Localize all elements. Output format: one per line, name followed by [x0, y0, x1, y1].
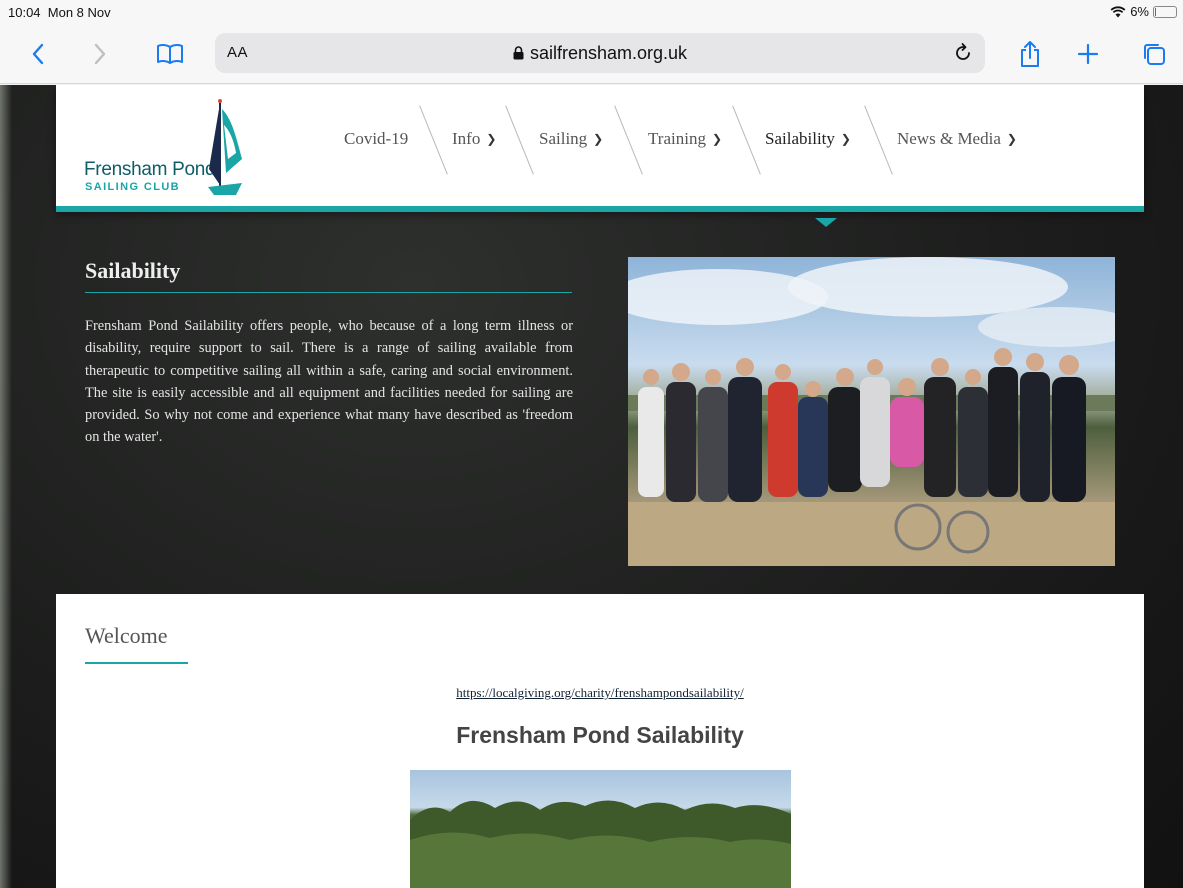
sailability-group-photo: [628, 257, 1115, 566]
site-logo[interactable]: Frensham Pond SAILING CLUB: [84, 99, 264, 199]
tabs-button[interactable]: [1136, 36, 1172, 72]
hero-title: Sailability: [85, 258, 181, 283]
url-display[interactable]: sailfrensham.org.uk: [215, 43, 985, 64]
site-header: Frensham Pond SAILING CLUB Covid-19 Info…: [56, 85, 1144, 212]
active-nav-pointer: [815, 218, 837, 227]
address-bar[interactable]: AA sailfrensham.org.uk: [215, 33, 985, 73]
content-panel: Welcome https://localgiving.org/charity/…: [56, 594, 1144, 888]
nav-training[interactable]: Training ❯: [648, 129, 722, 149]
chevron-down-icon: ❯: [711, 132, 723, 146]
forward-button[interactable]: [82, 36, 118, 72]
bookmarks-button[interactable]: [152, 36, 188, 72]
battery-icon: [1153, 5, 1177, 18]
lock-icon: [513, 46, 524, 60]
nav-sailing[interactable]: Sailing ❯: [539, 129, 603, 149]
nav-sailability[interactable]: Sailability ❯: [765, 129, 851, 149]
logo-sub: SAILING CLUB: [85, 181, 181, 193]
web-page: Frensham Pond SAILING CLUB Covid-19 Info…: [0, 85, 1183, 888]
pond-photo-illustration: [410, 800, 791, 888]
page-edge: [0, 85, 12, 888]
chevron-down-icon: ❯: [486, 132, 497, 146]
nav-separator: [864, 105, 893, 175]
share-button[interactable]: [1012, 36, 1048, 72]
battery-percent: 6%: [1130, 4, 1149, 19]
sailability-subheading: Frensham Pond Sailability: [456, 722, 744, 748]
chevron-down-icon: ❯: [593, 132, 604, 146]
chevron-right-icon: [94, 43, 106, 65]
nav-news-media[interactable]: News & Media ❯: [897, 129, 1017, 149]
chevron-down-icon: ❯: [840, 132, 851, 146]
status-time: 10:04 Mon 8 Nov: [8, 5, 111, 20]
welcome-divider: [85, 662, 188, 664]
pond-photo: [410, 770, 791, 888]
chevron-down-icon: ❯: [1006, 132, 1017, 146]
status-bar: 10:04 Mon 8 Nov 6%: [0, 0, 1183, 24]
reload-icon[interactable]: [951, 41, 975, 65]
nav-separator: [505, 105, 534, 175]
nav-separator: [614, 105, 643, 175]
nav-separator: [419, 105, 448, 175]
plus-icon: [1077, 43, 1099, 65]
chevron-left-icon: [32, 43, 44, 65]
hero-text: Frensham Pond Sailability offers people,…: [85, 318, 573, 446]
tabs-icon: [1144, 44, 1165, 65]
welcome-heading: Welcome: [85, 623, 168, 648]
share-icon: [1021, 41, 1039, 67]
nav-separator: [732, 105, 761, 175]
new-tab-button[interactable]: [1070, 36, 1106, 72]
group-photo-illustration: [628, 257, 1115, 566]
hero-divider: [85, 292, 572, 293]
wifi-icon: [1110, 5, 1126, 17]
status-right: 6%: [1110, 4, 1177, 19]
logo-name: Frensham Pond: [84, 159, 216, 180]
sail-logo-icon: [208, 99, 242, 195]
nav-info[interactable]: Info ❯: [452, 129, 496, 149]
nav-covid-19[interactable]: Covid-19: [344, 129, 408, 149]
localgiving-link[interactable]: https://localgiving.org/charity/frensham…: [56, 685, 1144, 701]
back-button[interactable]: [20, 36, 56, 72]
book-icon: [157, 43, 183, 64]
browser-toolbar: AA sailfrensham.org.uk: [0, 24, 1183, 84]
